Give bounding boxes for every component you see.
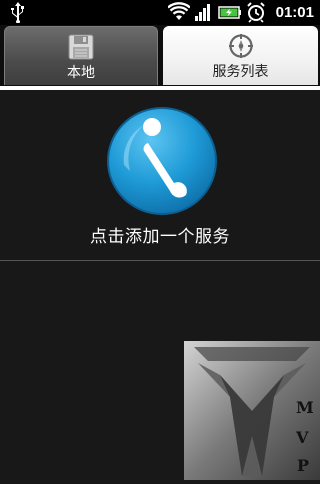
tab-services[interactable]: 服务列表 bbox=[163, 26, 318, 85]
usb-icon bbox=[11, 2, 24, 23]
signal-icon bbox=[195, 4, 210, 21]
add-service-button[interactable]: 点击添加一个服务 bbox=[0, 90, 320, 261]
battery-charging-icon bbox=[218, 6, 241, 19]
compass-icon bbox=[228, 34, 253, 58]
status-time: 01:01 bbox=[275, 4, 314, 21]
info-icon bbox=[107, 107, 217, 215]
svg-text:M: M bbox=[296, 398, 314, 417]
alarm-clock-icon bbox=[247, 2, 265, 23]
tab-services-label: 服务列表 bbox=[212, 64, 269, 80]
tab-bar: 本地 服务列表 bbox=[0, 25, 320, 87]
status-bar: 01:01 bbox=[0, 0, 320, 25]
services-content: 点击添加一个服务 M V P bbox=[0, 90, 320, 480]
wifi-icon bbox=[168, 2, 190, 20]
tab-local-label: 本地 bbox=[67, 65, 95, 81]
mvp-logo-watermark: M V P bbox=[184, 341, 320, 480]
svg-text:P: P bbox=[297, 456, 309, 475]
tab-local[interactable]: 本地 bbox=[4, 26, 158, 85]
add-service-label: 点击添加一个服务 bbox=[90, 227, 230, 247]
floppy-disk-icon bbox=[68, 34, 94, 60]
divider bbox=[0, 260, 320, 261]
mvp-logo-icon: M V P bbox=[184, 341, 320, 480]
svg-text:V: V bbox=[295, 428, 309, 447]
